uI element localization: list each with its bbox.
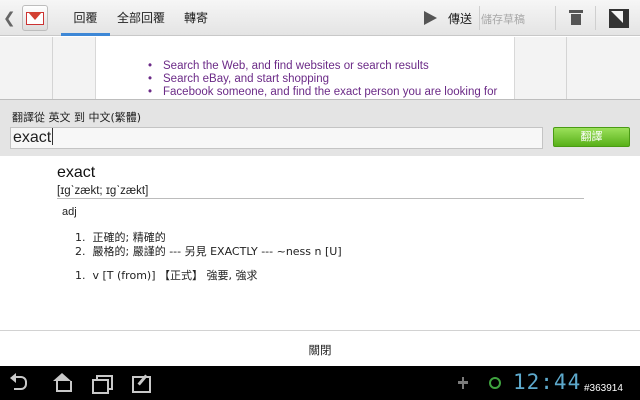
overflow-menu-icon[interactable] [609, 9, 629, 28]
tab-reply-all[interactable]: 全部回覆 [112, 0, 170, 36]
definition-item: 2. 嚴格的; 嚴謹的 --- 另見 EXACTLY --- ~ness n [… [75, 245, 342, 259]
part-of-speech: adj [62, 206, 77, 218]
divider [52, 37, 53, 99]
system-nav-bar: 12:44 [0, 366, 640, 400]
definition-number: 2. [75, 244, 86, 258]
send-button[interactable]: 傳送 [448, 10, 472, 27]
verb-definition-list: 1. v [T (from)] 【正式】 強要, 強求 [75, 269, 257, 283]
list-item: Search the Web, and find websites or sea… [148, 60, 497, 73]
phonetic: [ɪgˋzækt; ɪgˋzækt] [57, 185, 149, 197]
recent-apps-icon[interactable] [92, 374, 113, 394]
translate-button[interactable]: 翻譯 [553, 127, 630, 147]
back-icon[interactable] [10, 373, 30, 392]
word-input[interactable]: exact [10, 127, 543, 149]
definition-text: 嚴格的; 嚴謹的 --- 另見 EXACTLY --- ~ness n [U] [92, 244, 342, 258]
dialog-header: 翻譯從 英文 到 中文(繁體) exact 翻譯 [0, 99, 640, 156]
translate-dialog: 翻譯從 英文 到 中文(繁體) exact 翻譯 exact [ɪgˋzækt;… [0, 99, 640, 366]
compose-body: Search the Web, and find websites or sea… [0, 37, 640, 99]
list-item: Facebook someone, and find the exact per… [148, 86, 497, 99]
gmail-logo-icon[interactable] [22, 5, 48, 31]
divider [555, 6, 556, 30]
bullet-list: Search the Web, and find websites or sea… [148, 60, 497, 99]
definition-number: 1. [75, 269, 86, 282]
divider [479, 6, 480, 30]
tab-reply[interactable]: 回覆 [61, 0, 110, 36]
definition-number: 1. [75, 231, 86, 244]
divider [595, 6, 596, 30]
close-button[interactable]: 關閉 [290, 342, 350, 358]
divider [57, 198, 584, 199]
dialog-footer: 關閉 [0, 330, 640, 366]
trash-icon[interactable] [569, 10, 583, 25]
headword: exact [57, 164, 96, 181]
watermark: #363914 [584, 383, 623, 394]
home-icon[interactable] [52, 373, 72, 392]
screenshot-icon[interactable] [132, 374, 152, 393]
whatsapp-icon [489, 377, 501, 389]
text-caret [52, 128, 54, 145]
definition-text: 正確的; 精確的 [92, 231, 166, 244]
screen: ❮ 回覆 全部回覆 轉寄 傳送 儲存草稿 Search the Web, and… [0, 0, 640, 400]
definition-list: 1. 正確的; 精確的 2. 嚴格的; 嚴謹的 --- 另見 EXACTLY -… [75, 231, 342, 258]
divider [566, 37, 567, 99]
usb-icon [457, 377, 469, 389]
save-draft-button[interactable]: 儲存草稿 [481, 11, 525, 27]
definition-item: 1. v [T (from)] 【正式】 強要, 強求 [75, 269, 257, 283]
clock[interactable]: 12:44 [513, 370, 581, 394]
list-item: Search eBay, and start shopping [148, 73, 497, 86]
action-bar: ❮ 回覆 全部回覆 轉寄 傳送 儲存草稿 [0, 0, 640, 36]
definition-text: v [T (from)] 【正式】 強要, 強求 [92, 269, 258, 282]
tab-forward[interactable]: 轉寄 [172, 0, 220, 36]
send-icon[interactable] [424, 11, 437, 25]
definition-item: 1. 正確的; 精確的 [75, 231, 342, 245]
translation-direction-label: 翻譯從 英文 到 中文(繁體) [12, 111, 142, 124]
chevron-left-icon[interactable]: ❮ [3, 10, 16, 26]
word-input-value: exact [13, 129, 52, 146]
